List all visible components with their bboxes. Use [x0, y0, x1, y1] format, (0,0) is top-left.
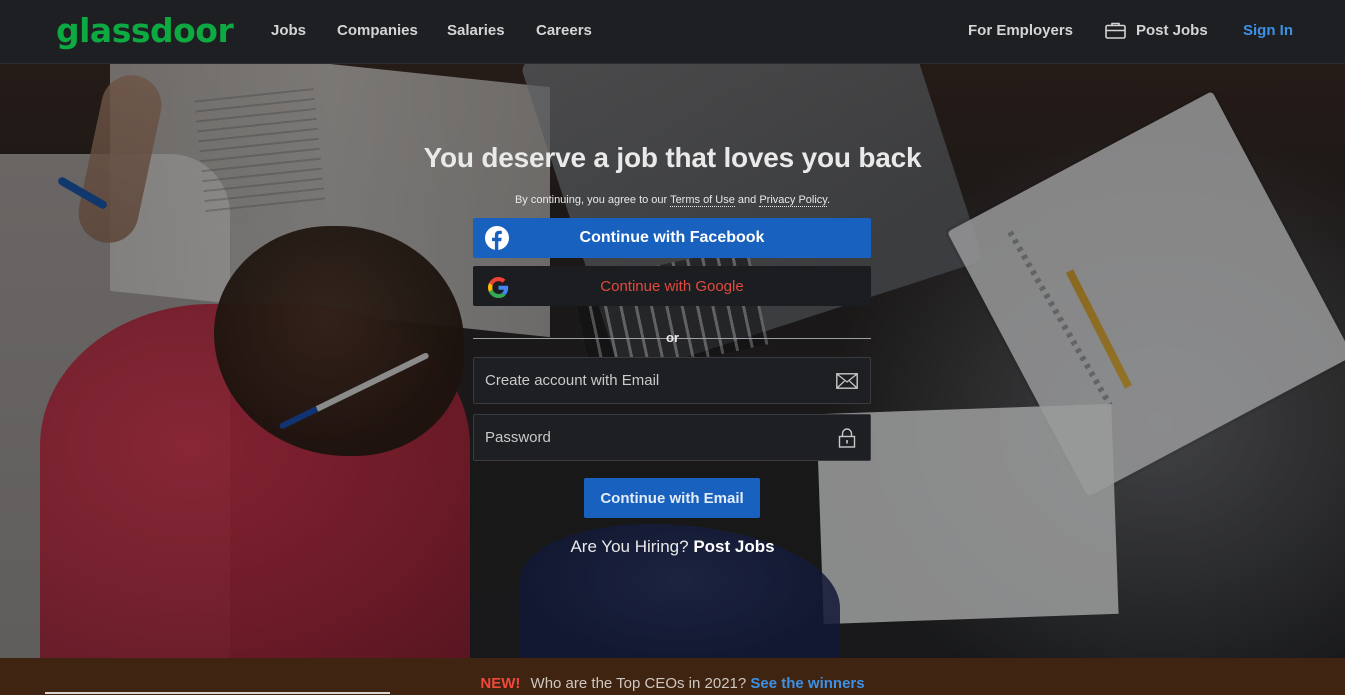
nav-companies-link[interactable]: Companies	[337, 22, 418, 39]
continue-with-google-button[interactable]: Continue with Google	[473, 266, 871, 306]
email-button-label: Continue with Email	[600, 490, 744, 507]
glassdoor-logo[interactable]: glassdoor	[56, 11, 234, 50]
password-input[interactable]	[474, 415, 834, 460]
lock-icon	[838, 428, 856, 448]
for-employers-link[interactable]: For Employers	[968, 22, 1073, 39]
facebook-button-label: Continue with Facebook	[579, 229, 765, 246]
hero-headline: You deserve a job that loves you back	[423, 142, 922, 173]
password-field-container	[473, 414, 871, 461]
privacy-policy-link[interactable]: Privacy Policy	[759, 194, 827, 207]
terms-notice: By continuing, you agree to our Terms of…	[0, 194, 1345, 207]
terms-and: and	[737, 194, 757, 206]
email-field-container	[473, 357, 871, 404]
continue-with-email-button[interactable]: Continue with Email	[584, 478, 760, 518]
or-divider-text: or	[666, 330, 679, 345]
terms-prefix: By continuing, you agree to our	[514, 194, 668, 206]
hiring-post-jobs-link[interactable]: Post Jobs	[693, 537, 774, 556]
nav-careers-link[interactable]: Careers	[536, 22, 592, 39]
briefcase-icon[interactable]	[1105, 22, 1126, 39]
terms-of-use-link[interactable]: Terms of Use	[670, 194, 735, 207]
promo-banner-text: Who are the Top CEOs in 2021?	[530, 675, 747, 692]
promo-banner: NEW! Who are the Top CEOs in 2021? See t…	[0, 658, 1345, 695]
promo-banner-row: NEW! Who are the Top CEOs in 2021? See t…	[0, 675, 1345, 692]
top-navigation-bar: glassdoor Jobs Companies Salaries Career…	[0, 0, 1345, 64]
new-badge: NEW!	[480, 675, 521, 692]
banner-bottom-edge	[45, 692, 390, 694]
nav-salaries-link[interactable]: Salaries	[447, 22, 505, 39]
terms-suffix: .	[827, 194, 831, 206]
sign-in-link[interactable]: Sign In	[1243, 22, 1293, 39]
hiring-prompt-text: Are You Hiring?	[570, 537, 689, 556]
nav-jobs-link[interactable]: Jobs	[271, 22, 306, 39]
see-the-winners-link[interactable]: See the winners	[750, 675, 864, 692]
email-input[interactable]	[474, 358, 834, 403]
post-jobs-link[interactable]: Post Jobs	[1136, 22, 1208, 39]
continue-with-facebook-button[interactable]: Continue with Facebook	[473, 218, 871, 258]
google-button-label: Continue with Google	[600, 278, 744, 295]
hiring-prompt: Are You Hiring? Post Jobs	[0, 537, 1345, 557]
mail-icon	[836, 373, 858, 389]
